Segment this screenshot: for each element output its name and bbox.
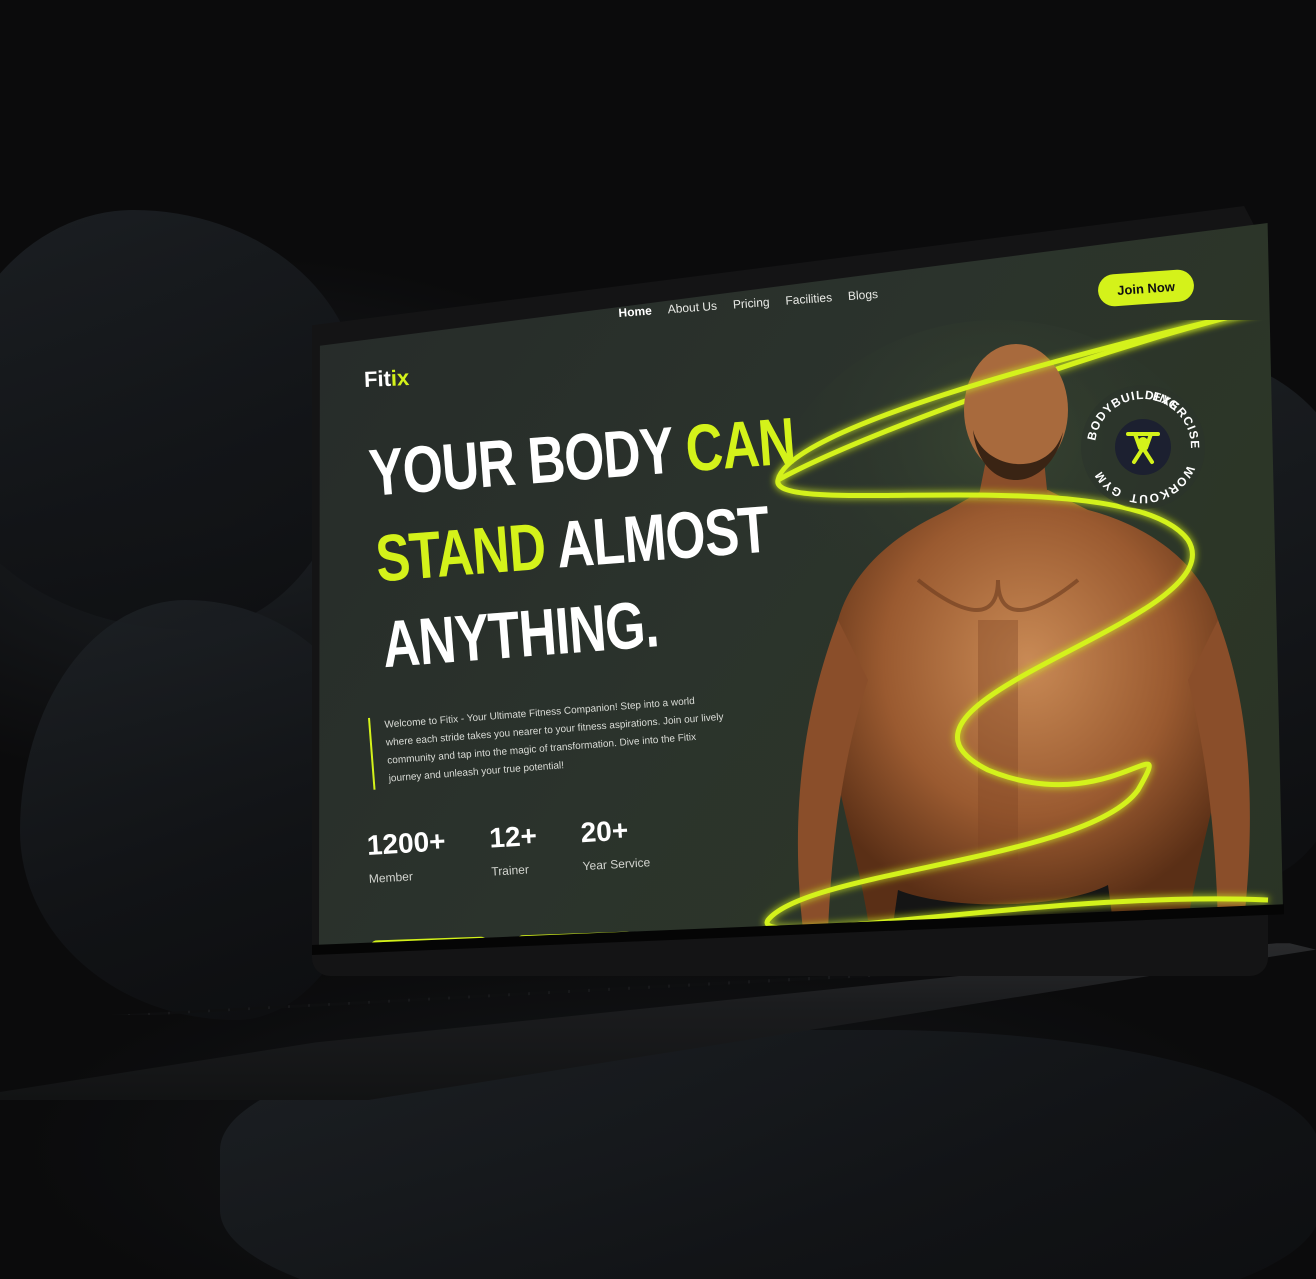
brand-logo[interactable]: Fitix: [363, 365, 409, 393]
laptop-mockup-scene: Fitix Home About Us Pricing Facilities B…: [0, 0, 1316, 1279]
stat-label: Member: [368, 869, 414, 886]
nav-facilities[interactable]: Facilities: [785, 290, 833, 307]
brand-accent: ix: [390, 365, 410, 391]
hero-headline: YOUR BODY CAN STAND ALMOST ANYTHING.: [366, 388, 931, 687]
headline-line2-a: STAND: [373, 508, 548, 596]
laptop-screen: Fitix Home About Us Pricing Facilities B…: [318, 222, 1284, 950]
hero-description-block: Welcome to Fitix - Your Ultimate Fitness…: [368, 690, 729, 790]
headline-line1-b: CAN: [682, 403, 798, 486]
stat-members: 1200+ Member: [366, 825, 448, 886]
workout-badge: BODYBUILDING EXERCISE WORKOUT GYM: [1081, 385, 1205, 509]
join-now-button[interactable]: Join Now: [1097, 268, 1195, 308]
stat-value: 1200+: [366, 825, 447, 861]
nav-about-us[interactable]: About Us: [667, 299, 717, 317]
brand-main: Fit: [363, 365, 392, 392]
stat-trainers: 12+ Trainer: [488, 820, 539, 879]
hero-description: Welcome to Fitix - Your Ultimate Fitness…: [384, 695, 724, 785]
stat-value: 20+: [579, 814, 630, 849]
stats-row: 1200+ Member 12+ Trainer 20+ Year Servic…: [366, 813, 651, 886]
stat-value: 12+: [488, 819, 538, 854]
stat-label: Year Service: [582, 855, 651, 874]
headline-line2-b: ALMOST: [542, 491, 772, 583]
background-rock: [0, 210, 360, 630]
nav-blogs[interactable]: Blogs: [847, 287, 878, 303]
stat-label: Trainer: [490, 862, 530, 879]
nav-pricing[interactable]: Pricing: [732, 295, 770, 312]
stat-years: 20+ Year Service: [580, 813, 651, 873]
